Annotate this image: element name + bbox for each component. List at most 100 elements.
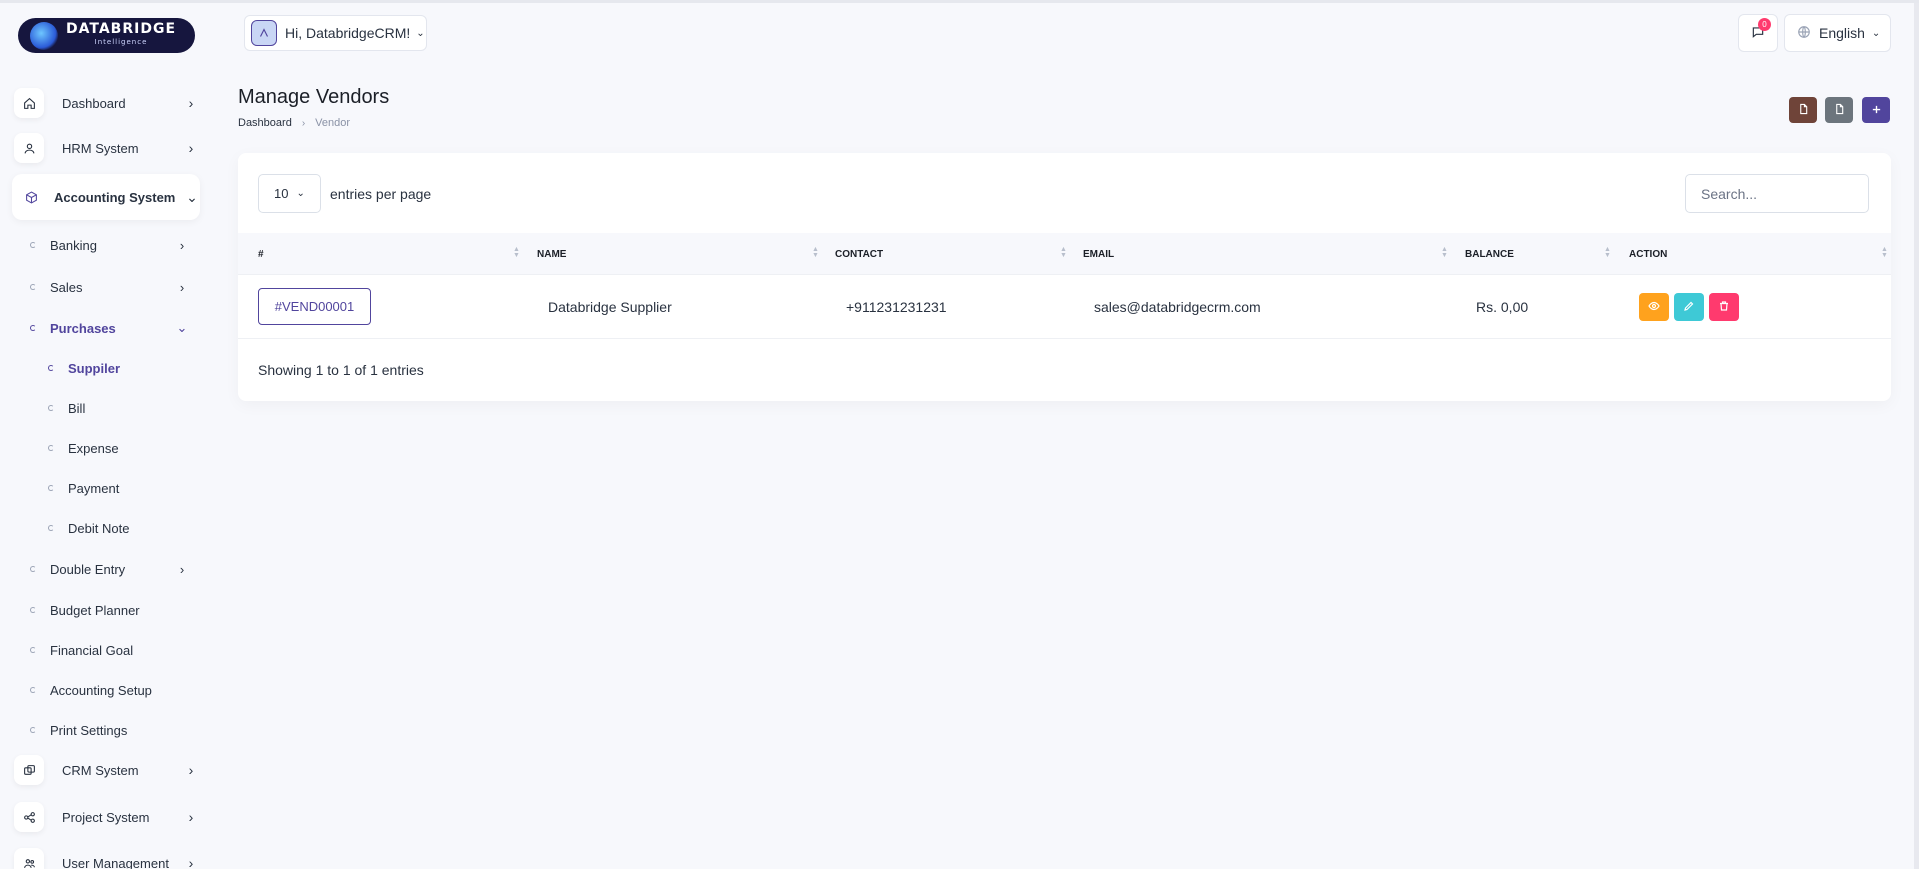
column-header-balance[interactable]: BALANCE (1465, 233, 1514, 275)
globe-icon (1797, 25, 1811, 42)
sidebar-item-expense[interactable]: Expense (48, 436, 119, 460)
vendor-id-button[interactable]: #VEND00001 (258, 288, 371, 325)
file-icon (1798, 103, 1809, 118)
table-row: #VEND00001 Databridge Supplier +91123123… (238, 275, 1891, 339)
greeting-text: Hi, DatabridgeCRM! (285, 25, 411, 41)
sidebar-item-banking[interactable]: Banking › (30, 233, 190, 257)
sort-icon[interactable]: ▲ ▼ (1441, 246, 1448, 259)
sidebar-item-financial-goal[interactable]: Financial Goal (30, 638, 190, 662)
brand-logo[interactable]: DATABRIDGE Intelligence (18, 18, 195, 53)
sidebar-item-label: Bill (68, 400, 86, 416)
bullet-icon (30, 325, 36, 331)
breadcrumb-dashboard[interactable]: Dashboard (238, 117, 292, 129)
column-header-contact[interactable]: CONTACT (835, 233, 883, 275)
language-selector[interactable]: English ⌄ (1784, 14, 1891, 52)
sidebar-item-supplier[interactable]: Suppiler (48, 356, 120, 380)
scrollbar[interactable] (1914, 3, 1919, 869)
per-page-label: entries per page (330, 186, 432, 202)
chevron-right-icon: › (188, 762, 194, 778)
brand-tagline: Intelligence (94, 37, 148, 46)
column-header-id[interactable]: # (258, 233, 264, 275)
sidebar-item-label: Accounting System (54, 189, 176, 205)
column-header-name[interactable]: NAME (537, 233, 566, 275)
sidebar-item-bill[interactable]: Bill (48, 396, 85, 420)
sidebar-item-double-entry[interactable]: Double Entry › (30, 557, 190, 581)
notification-button[interactable]: 0 (1738, 14, 1778, 52)
bullet-icon (30, 607, 36, 613)
chevron-down-icon: ⌄ (176, 320, 188, 335)
sidebar-item-accounting[interactable]: Accounting System ⌄ (12, 174, 200, 220)
language-label: English (1819, 25, 1865, 41)
layers-icon (14, 755, 44, 785)
chevron-right-icon: › (188, 95, 194, 111)
chevron-right-icon: › (188, 855, 194, 869)
logo-mark-icon (30, 21, 58, 50)
chevron-down-icon: ⌄ (186, 188, 198, 205)
users-icon (14, 848, 44, 869)
bullet-icon (30, 566, 36, 572)
export-button[interactable] (1789, 97, 1817, 123)
bullet-icon (48, 405, 54, 411)
user-menu[interactable]: Hi, DatabridgeCRM! ⌄ (244, 15, 427, 51)
sidebar-item-accounting-setup[interactable]: Accounting Setup (30, 678, 190, 702)
sidebar-item-label: Sales (50, 279, 83, 295)
table-footer-info: Showing 1 to 1 of 1 entries (258, 362, 424, 378)
sidebar-item-label: Expense (68, 440, 119, 456)
eye-icon (1648, 300, 1660, 315)
import-button[interactable] (1825, 97, 1853, 123)
file-icon (1834, 103, 1845, 118)
sidebar: DATABRIDGE Intelligence Dashboard › HRM … (0, 3, 213, 869)
sidebar-item-debit-note[interactable]: Debit Note (48, 516, 129, 540)
sidebar-item-sales[interactable]: Sales › (30, 275, 190, 299)
sidebar-item-label: Suppiler (68, 360, 121, 376)
box-icon (20, 182, 42, 212)
sidebar-item-hrm[interactable]: HRM System › (14, 128, 199, 168)
sidebar-item-label: HRM System (62, 140, 139, 156)
sidebar-item-label: Payment (68, 480, 120, 496)
column-header-email[interactable]: EMAIL (1083, 233, 1114, 275)
bullet-icon (30, 727, 36, 733)
sort-icon[interactable]: ▲ ▼ (513, 246, 520, 259)
view-button[interactable] (1639, 293, 1669, 321)
sidebar-item-label: Banking (50, 237, 97, 253)
sidebar-item-dashboard[interactable]: Dashboard › (14, 83, 199, 123)
chevron-right-icon: › (301, 117, 306, 129)
chevron-down-icon: ⌄ (1871, 27, 1881, 39)
bullet-icon (30, 284, 36, 290)
sidebar-item-payment[interactable]: Payment (48, 476, 119, 500)
vendor-name: Databridge Supplier (548, 299, 672, 315)
sort-icon[interactable]: ▲ ▼ (1604, 246, 1611, 259)
sidebar-item-purchases[interactable]: Purchases ⌄ (30, 316, 190, 340)
sidebar-item-label: Purchases (50, 320, 116, 336)
chevron-right-icon: › (188, 809, 194, 825)
vendors-card: 10 ⌄ entries per page # ▲▼ NAME ▲▼ CONTA… (238, 153, 1891, 401)
search-input[interactable] (1685, 174, 1869, 213)
sidebar-item-label: Dashboard (62, 95, 126, 111)
sort-icon[interactable]: ▲ ▼ (1060, 246, 1067, 259)
sidebar-item-label: Accounting Setup (50, 682, 152, 698)
sort-icon[interactable]: ▲ ▼ (1881, 246, 1888, 259)
entries-per-page-select[interactable]: 10 ⌄ (258, 174, 321, 213)
plus-icon (1871, 103, 1882, 118)
breadcrumb-current: Vendor (315, 117, 351, 129)
sort-icon[interactable]: ▲ ▼ (812, 246, 819, 259)
sidebar-item-crm[interactable]: CRM System › (14, 750, 199, 790)
chevron-right-icon: › (179, 561, 185, 577)
sidebar-item-project[interactable]: Project System › (14, 797, 199, 837)
trash-icon (1718, 300, 1730, 315)
delete-button[interactable] (1709, 293, 1739, 321)
vendor-contact: +911231231231 (846, 299, 947, 315)
bullet-icon (48, 445, 54, 451)
edit-button[interactable] (1674, 293, 1704, 321)
sidebar-item-budget-planner[interactable]: Budget Planner (30, 598, 190, 622)
sidebar-item-label: Financial Goal (50, 642, 134, 658)
sidebar-item-print-settings[interactable]: Print Settings (30, 718, 190, 742)
chevron-right-icon: › (188, 140, 194, 156)
chevron-right-icon: › (179, 237, 185, 253)
sidebar-item-user-management[interactable]: User Management › (14, 843, 199, 869)
home-icon (14, 88, 44, 118)
create-button[interactable] (1862, 97, 1890, 123)
user-icon (14, 133, 44, 163)
sidebar-item-label: User Management (62, 855, 169, 869)
top-border (0, 0, 1919, 3)
